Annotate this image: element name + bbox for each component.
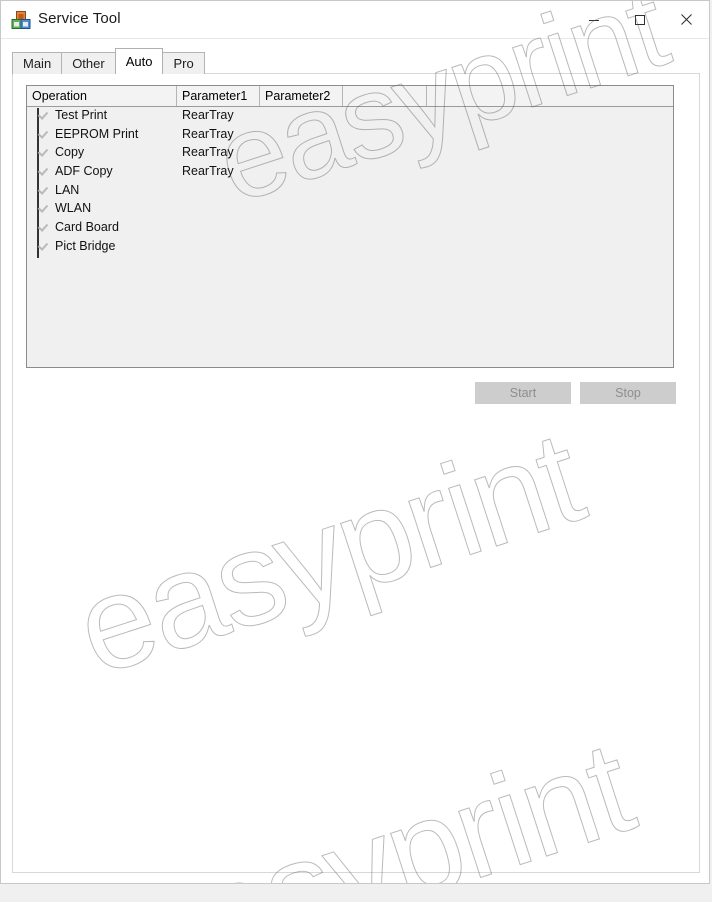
- cell-parameter1: RearTray: [182, 164, 234, 179]
- cell-operation: EEPROM Print: [55, 126, 139, 141]
- service-tool-window: Service Tool Main Other Auto Pro Operati…: [0, 0, 710, 884]
- table-row[interactable]: WLAN: [27, 200, 673, 221]
- cell-operation: Pict Bridge: [55, 238, 116, 253]
- row-checkbox[interactable]: [37, 108, 50, 127]
- row-checkbox[interactable]: [37, 220, 50, 240]
- app-blocks-icon: [11, 10, 31, 30]
- row-checkbox[interactable]: [37, 164, 50, 184]
- minimize-icon: [589, 19, 599, 21]
- start-button[interactable]: Start: [475, 382, 571, 404]
- tab-page-auto: Operation Parameter1 Parameter2 Test Pri…: [12, 73, 700, 873]
- tab-pro[interactable]: Pro: [162, 52, 205, 74]
- cell-parameter1: RearTray: [182, 108, 234, 122]
- row-checkbox[interactable]: [37, 238, 50, 258]
- cell-parameter1: RearTray: [182, 126, 234, 141]
- cell-operation: WLAN: [55, 201, 92, 216]
- grid-header-row: Operation Parameter1 Parameter2: [27, 86, 673, 107]
- cell-operation: Card Board: [55, 220, 119, 235]
- column-header-parameter1[interactable]: Parameter1: [177, 86, 260, 106]
- stop-button[interactable]: Stop: [580, 382, 676, 404]
- table-row[interactable]: LAN: [27, 182, 673, 202]
- column-header-operation[interactable]: Operation: [27, 86, 177, 106]
- maximize-icon: [635, 14, 645, 25]
- grid-body: Test Print RearTray EEPROM Print RearTra…: [27, 107, 673, 367]
- table-row[interactable]: ADF Copy RearTray: [27, 163, 673, 184]
- row-checkbox[interactable]: [37, 145, 50, 165]
- column-header-empty[interactable]: [343, 86, 427, 106]
- table-row[interactable]: Card Board: [27, 219, 673, 240]
- row-checkbox[interactable]: [37, 126, 50, 146]
- operations-grid[interactable]: Operation Parameter1 Parameter2 Test Pri…: [26, 85, 674, 368]
- table-row[interactable]: Copy RearTray: [27, 144, 673, 165]
- tab-other[interactable]: Other: [61, 52, 116, 74]
- minimize-button[interactable]: [571, 1, 617, 38]
- table-row[interactable]: Test Print RearTray: [27, 107, 673, 127]
- tab-main[interactable]: Main: [12, 52, 63, 74]
- close-icon: [680, 14, 692, 25]
- cell-operation: ADF Copy: [55, 164, 113, 179]
- cell-operation: LAN: [55, 182, 80, 197]
- tab-auto[interactable]: Auto: [114, 48, 164, 74]
- cell-operation: Copy: [55, 145, 85, 160]
- table-row[interactable]: EEPROM Print RearTray: [27, 126, 673, 146]
- maximize-button[interactable]: [617, 1, 663, 38]
- tab-bar: Main Other Auto Pro: [12, 48, 205, 74]
- title-bar: Service Tool: [1, 1, 709, 39]
- table-row[interactable]: Pict Bridge: [27, 238, 673, 258]
- row-checkbox[interactable]: [37, 201, 50, 221]
- cell-operation: Test Print: [55, 108, 108, 122]
- column-header-parameter2[interactable]: Parameter2: [260, 86, 343, 106]
- cell-parameter1: RearTray: [182, 145, 234, 160]
- close-button[interactable]: [663, 1, 709, 38]
- row-checkbox[interactable]: [37, 182, 50, 202]
- window-title: Service Tool: [38, 10, 121, 27]
